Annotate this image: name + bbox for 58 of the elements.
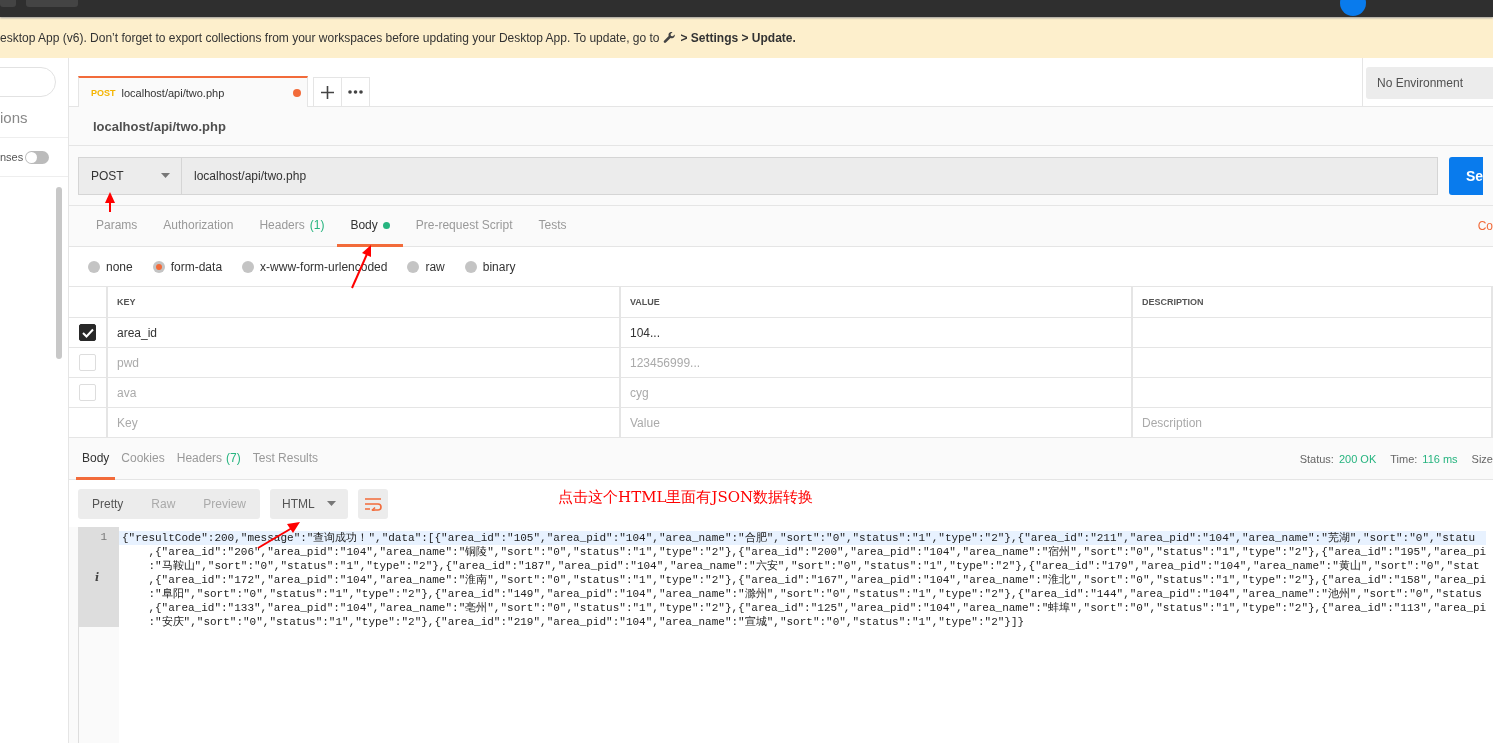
radio-label[interactable]: raw: [425, 259, 445, 274]
more-icon: [348, 90, 363, 94]
time-value: 116 ms: [1422, 452, 1458, 465]
size-label: Size: [1471, 452, 1493, 465]
status-label: Status:: [1299, 452, 1334, 465]
radio-label[interactable]: binary: [482, 259, 516, 274]
new-tab-button[interactable]: [313, 77, 342, 106]
environment-dropdown[interactable]: No Environment: [1366, 67, 1493, 99]
scrollbar[interactable]: [56, 187, 62, 359]
radio-button[interactable]: [88, 260, 100, 273]
url-field[interactable]: localhost/api/two.php: [182, 156, 1438, 195]
radio-button[interactable]: [152, 260, 165, 273]
radio-button[interactable]: [407, 260, 420, 273]
checkbox[interactable]: [79, 324, 96, 341]
description-input[interactable]: Description: [1142, 415, 1491, 430]
toggle-label: nses: [0, 151, 24, 163]
status-value: 200 OK: [1338, 452, 1377, 465]
time-label: Time:: [1390, 452, 1418, 465]
section-heading[interactable]: ions: [0, 108, 28, 126]
view-mode-button[interactable]: Pretty: [78, 488, 138, 519]
format-dropdown[interactable]: HTML: [270, 488, 349, 519]
plus-icon: [321, 85, 334, 99]
radio-label[interactable]: none: [106, 259, 133, 274]
code-line: :"马鞍山","sort":"0","status":"1","type":"2"},{"area_id":"187","area_pid":"104","area_name":"六安","sort":"0","status":"1","type":"2"},{"area_id":"179","area_pid":"104","area_name":"黄山","sort":"0","stat: [147, 559, 1481, 573]
code-line: :"阜阳","sort":"0","status":"1","type":"2"},{"area_id":"149","area_pid":"104","area_name":"滁州","sort":"0","status":"1","type":"2"},{"area_id":"144","area_pid":"104","area_name":"池州","sort":"0","status: [147, 587, 1483, 601]
caret-icon: [161, 173, 170, 178]
line-number: 1: [100, 531, 107, 543]
send-button[interactable]: Se: [1449, 156, 1483, 195]
value-cell[interactable]: 104...: [630, 325, 661, 340]
request-title[interactable]: localhost/api/two.php: [93, 118, 226, 134]
radio-button[interactable]: [464, 260, 477, 273]
key-input[interactable]: Key: [117, 415, 619, 430]
wrap-button[interactable]: [358, 488, 389, 519]
toggle-switch[interactable]: [25, 150, 50, 164]
settings-path[interactable]: > Settings > Update.: [680, 30, 796, 45]
wrench-icon: [663, 31, 677, 44]
method-dropdown[interactable]: POST: [78, 156, 182, 195]
column-header: VALUE: [630, 297, 660, 307]
column-header: DESCRIPTION: [1142, 297, 1204, 307]
code-line: :"安庆","sort":"0","status":"1","type":"2"},{"area_id":"219","area_pid":"104","area_name":"宣城","sort":"0","status":"1","type":"2"}]}: [147, 615, 1026, 629]
wrap-icon: [364, 496, 383, 511]
description-cell[interactable]: [1133, 348, 1493, 378]
code-line: ,{"area_id":"172","area_pid":"104","area_name":"淮南","sort":"0","status":"1","type":"2"},{"area_id":"167","area_pid":"104","area_name":"淮北","sort":"0","status":"1","type":"2"},{"area_id":"158","area_pi: [147, 573, 1487, 587]
description-cell[interactable]: [1133, 378, 1493, 408]
gutter-marker: i: [94, 571, 100, 584]
annotation-arrow: [105, 192, 115, 213]
value-input[interactable]: Value: [630, 415, 1131, 430]
code-line: ,{"area_id":"133","area_pid":"104","area_name":"亳州","sort":"0","status":"1","type":"2"},{"area_id":"125","area_pid":"104","area_name":"蚌埠","sort":"0","status":"1","type":"2"},{"area_id":"113","area_pi: [147, 601, 1487, 615]
description-cell[interactable]: [1133, 318, 1493, 348]
request-tab[interactable]: POST localhost/api/two.php: [78, 76, 308, 107]
code-line: ,{"area_id":"206","area_pid":"104","area_name":"铜陵","sort":"0","status":"1","type":"2"},{"area_id":"200","area_pid":"104","area_name":"宿州","sort":"0","status":"1","type":"2"},{"area_id":"195","area_pi: [147, 545, 1487, 559]
annotation-text: 点击这个HTML里面有JSON数据转换: [558, 488, 814, 507]
radio-label[interactable]: form-data: [170, 259, 223, 274]
caret-icon: [327, 501, 337, 506]
radio-button[interactable]: [242, 260, 255, 273]
banner-text: esktop App (v6). Don’t forget to export collections from your workspaces before updating your Desktop App. To update, go to: [0, 30, 660, 45]
key-cell[interactable]: area_id: [117, 325, 158, 340]
column-header: KEY: [117, 297, 136, 307]
